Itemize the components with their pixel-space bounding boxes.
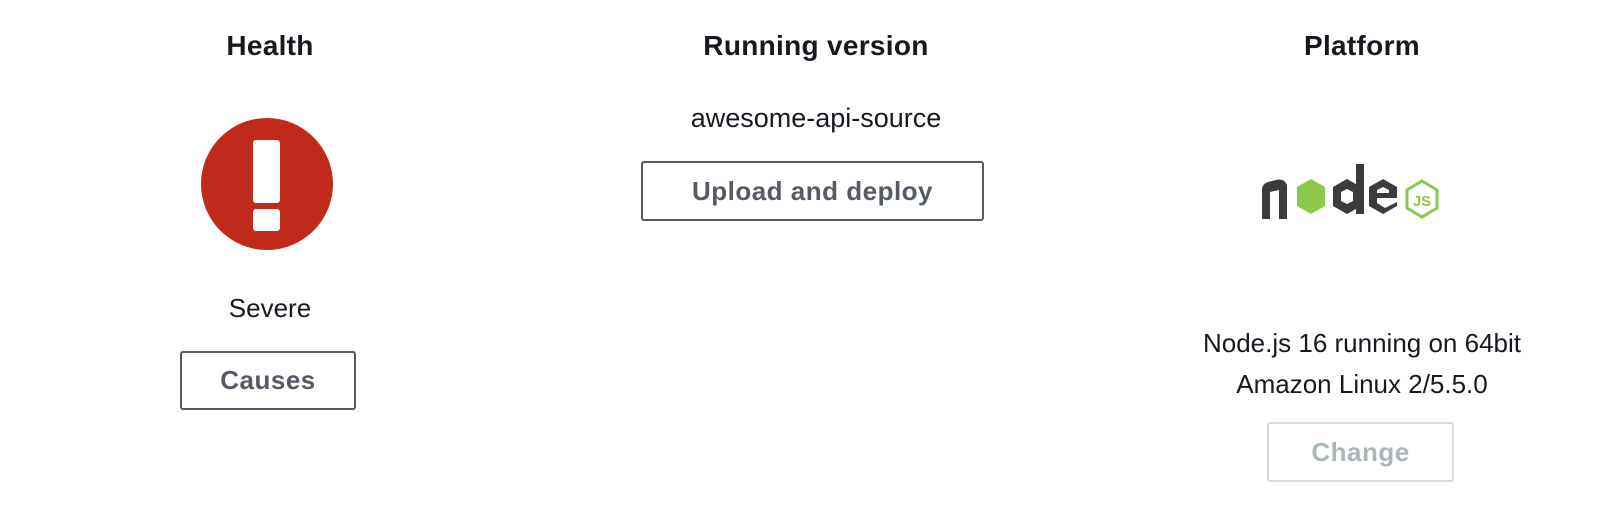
svg-text:JS: JS — [1413, 193, 1431, 210]
health-status: Severe — [228, 293, 312, 323]
running-version-panel: Running version awesome-api-source Uploa… — [546, 0, 1086, 510]
causes-button[interactable]: Causes — [180, 351, 356, 410]
version-label: awesome-api-source — [690, 103, 942, 133]
upload-and-deploy-button[interactable]: Upload and deploy — [641, 161, 984, 221]
health-title: Health — [226, 30, 314, 61]
platform-description-line1: Node.js 16 running on 64bit — [1202, 328, 1521, 358]
platform-title: Platform — [1304, 30, 1420, 61]
platform-panel: Platform JS Node.js 16 running on 64bit … — [1092, 0, 1616, 510]
exclamation-circle-icon — [201, 118, 333, 250]
running-version-title: Running version — [703, 30, 929, 61]
platform-description: Node.js 16 running on 64bit Amazon Linux… — [1092, 323, 1616, 405]
change-platform-button[interactable]: Change — [1267, 422, 1454, 482]
platform-description-line2: Amazon Linux 2/5.5.0 — [1236, 369, 1488, 399]
nodejs-logo-icon: JS — [1260, 160, 1450, 230]
health-panel: Health Severe Causes — [0, 0, 540, 510]
